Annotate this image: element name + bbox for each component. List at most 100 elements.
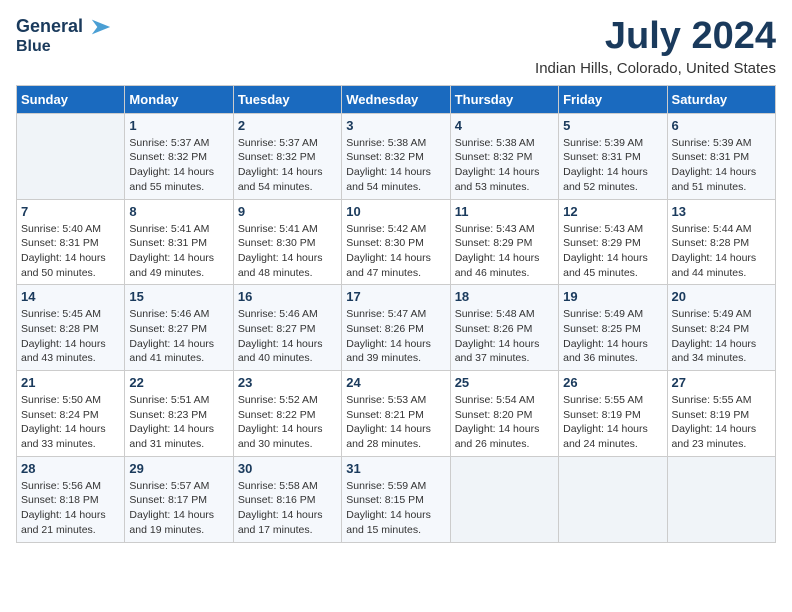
calendar-cell: 7Sunrise: 5:40 AM Sunset: 8:31 PM Daylig…	[17, 199, 125, 285]
calendar-cell	[559, 456, 667, 542]
day-number: 26	[563, 375, 662, 390]
day-info: Sunrise: 5:58 AM Sunset: 8:16 PM Dayligh…	[238, 479, 337, 538]
col-header-sunday: Sunday	[17, 85, 125, 113]
day-info: Sunrise: 5:46 AM Sunset: 8:27 PM Dayligh…	[129, 307, 228, 366]
day-info: Sunrise: 5:52 AM Sunset: 8:22 PM Dayligh…	[238, 393, 337, 452]
day-info: Sunrise: 5:51 AM Sunset: 8:23 PM Dayligh…	[129, 393, 228, 452]
calendar-cell: 6Sunrise: 5:39 AM Sunset: 8:31 PM Daylig…	[667, 113, 775, 199]
day-number: 25	[455, 375, 554, 390]
calendar-week-row: 14 Sunrise: 5:45 AM Sunset: 8:28 PM Dayli…	[17, 285, 776, 371]
day-number: 17	[346, 289, 445, 304]
day-number: 16	[238, 289, 337, 304]
calendar-cell: 22 Sunrise: 5:51 AM Sunset: 8:23 PM Dayli…	[125, 371, 233, 457]
day-number: 1	[129, 118, 228, 133]
day-number: 11	[455, 204, 554, 219]
day-number: 20	[672, 289, 771, 304]
day-info: Sunrise: 5:49 AM Sunset: 8:24 PM Dayligh…	[672, 307, 771, 366]
calendar-cell	[17, 113, 125, 199]
col-header-thursday: Thursday	[450, 85, 558, 113]
day-number: 15	[129, 289, 228, 304]
calendar-table: SundayMondayTuesdayWednesdayThursdayFrid…	[16, 85, 776, 543]
day-info: Sunrise: 5:44 AM Sunset: 8:28 PM Dayligh…	[672, 222, 771, 281]
calendar-cell: 30 Sunrise: 5:58 AM Sunset: 8:16 PM Dayli…	[233, 456, 341, 542]
logo-icon	[90, 16, 112, 38]
calendar-cell: 17Sunrise: 5:47 AM Sunset: 8:26 PM Dayli…	[342, 285, 450, 371]
col-header-friday: Friday	[559, 85, 667, 113]
page-header: General Blue July 2024 Indian Hills, Col…	[16, 16, 776, 77]
calendar-cell: 23 Sunrise: 5:52 AM Sunset: 8:22 PM Dayli…	[233, 371, 341, 457]
calendar-cell: 12Sunrise: 5:43 AM Sunset: 8:29 PM Dayli…	[559, 199, 667, 285]
day-number: 4	[455, 118, 554, 133]
calendar-header-row: SundayMondayTuesdayWednesdayThursdayFrid…	[17, 85, 776, 113]
day-number: 31	[346, 461, 445, 476]
calendar-cell: 3 Sunrise: 5:38 AM Sunset: 8:32 PM Daylig…	[342, 113, 450, 199]
calendar-week-row: 1 Sunrise: 5:37 AM Sunset: 8:32 PM Daylig…	[17, 113, 776, 199]
location-title: Indian Hills, Colorado, United States	[535, 60, 776, 77]
calendar-cell: 1 Sunrise: 5:37 AM Sunset: 8:32 PM Daylig…	[125, 113, 233, 199]
day-info: Sunrise: 5:43 AM Sunset: 8:29 PM Dayligh…	[455, 222, 554, 281]
day-number: 14	[21, 289, 120, 304]
calendar-cell: 18Sunrise: 5:48 AM Sunset: 8:26 PM Dayli…	[450, 285, 558, 371]
day-number: 22	[129, 375, 228, 390]
day-info: Sunrise: 5:38 AM Sunset: 8:32 PM Dayligh…	[346, 136, 445, 195]
calendar-cell: 13 Sunrise: 5:44 AM Sunset: 8:28 PM Dayli…	[667, 199, 775, 285]
day-info: Sunrise: 5:41 AM Sunset: 8:31 PM Dayligh…	[129, 222, 228, 281]
day-number: 9	[238, 204, 337, 219]
day-info: Sunrise: 5:50 AM Sunset: 8:24 PM Dayligh…	[21, 393, 120, 452]
calendar-cell: 11 Sunrise: 5:43 AM Sunset: 8:29 PM Dayli…	[450, 199, 558, 285]
day-info: Sunrise: 5:38 AM Sunset: 8:32 PM Dayligh…	[455, 136, 554, 195]
calendar-cell: 8 Sunrise: 5:41 AM Sunset: 8:31 PM Daylig…	[125, 199, 233, 285]
day-number: 21	[21, 375, 120, 390]
day-number: 5	[563, 118, 662, 133]
calendar-cell	[450, 456, 558, 542]
calendar-cell: 29Sunrise: 5:57 AM Sunset: 8:17 PM Dayli…	[125, 456, 233, 542]
calendar-cell	[667, 456, 775, 542]
month-title: July 2024	[535, 16, 776, 58]
day-info: Sunrise: 5:53 AM Sunset: 8:21 PM Dayligh…	[346, 393, 445, 452]
logo: General Blue	[16, 16, 112, 56]
day-info: Sunrise: 5:55 AM Sunset: 8:19 PM Dayligh…	[563, 393, 662, 452]
day-number: 19	[563, 289, 662, 304]
calendar-week-row: 7Sunrise: 5:40 AM Sunset: 8:31 PM Daylig…	[17, 199, 776, 285]
calendar-cell: 19 Sunrise: 5:49 AM Sunset: 8:25 PM Dayli…	[559, 285, 667, 371]
day-info: Sunrise: 5:45 AM Sunset: 8:28 PM Dayligh…	[21, 307, 120, 366]
calendar-cell: 16Sunrise: 5:46 AM Sunset: 8:27 PM Dayli…	[233, 285, 341, 371]
day-info: Sunrise: 5:42 AM Sunset: 8:30 PM Dayligh…	[346, 222, 445, 281]
calendar-week-row: 21 Sunrise: 5:50 AM Sunset: 8:24 PM Dayli…	[17, 371, 776, 457]
day-number: 10	[346, 204, 445, 219]
day-info: Sunrise: 5:55 AM Sunset: 8:19 PM Dayligh…	[672, 393, 771, 452]
col-header-saturday: Saturday	[667, 85, 775, 113]
day-number: 23	[238, 375, 337, 390]
day-info: Sunrise: 5:57 AM Sunset: 8:17 PM Dayligh…	[129, 479, 228, 538]
day-info: Sunrise: 5:59 AM Sunset: 8:15 PM Dayligh…	[346, 479, 445, 538]
day-number: 28	[21, 461, 120, 476]
calendar-cell: 31 Sunrise: 5:59 AM Sunset: 8:15 PM Dayli…	[342, 456, 450, 542]
day-info: Sunrise: 5:37 AM Sunset: 8:32 PM Dayligh…	[129, 136, 228, 195]
day-number: 24	[346, 375, 445, 390]
day-number: 8	[129, 204, 228, 219]
calendar-cell: 28Sunrise: 5:56 AM Sunset: 8:18 PM Dayli…	[17, 456, 125, 542]
day-info: Sunrise: 5:49 AM Sunset: 8:25 PM Dayligh…	[563, 307, 662, 366]
calendar-cell: 25 Sunrise: 5:54 AM Sunset: 8:20 PM Dayli…	[450, 371, 558, 457]
calendar-cell: 15 Sunrise: 5:46 AM Sunset: 8:27 PM Dayli…	[125, 285, 233, 371]
col-header-tuesday: Tuesday	[233, 85, 341, 113]
calendar-cell: 21 Sunrise: 5:50 AM Sunset: 8:24 PM Dayli…	[17, 371, 125, 457]
calendar-cell: 4 Sunrise: 5:38 AM Sunset: 8:32 PM Daylig…	[450, 113, 558, 199]
day-number: 13	[672, 204, 771, 219]
col-header-monday: Monday	[125, 85, 233, 113]
day-number: 27	[672, 375, 771, 390]
day-info: Sunrise: 5:54 AM Sunset: 8:20 PM Dayligh…	[455, 393, 554, 452]
col-header-wednesday: Wednesday	[342, 85, 450, 113]
title-block: July 2024 Indian Hills, Colorado, United…	[535, 16, 776, 77]
day-number: 3	[346, 118, 445, 133]
calendar-cell: 2Sunrise: 5:37 AM Sunset: 8:32 PM Daylig…	[233, 113, 341, 199]
calendar-cell: 5Sunrise: 5:39 AM Sunset: 8:31 PM Daylig…	[559, 113, 667, 199]
day-number: 30	[238, 461, 337, 476]
day-number: 6	[672, 118, 771, 133]
calendar-cell: 20 Sunrise: 5:49 AM Sunset: 8:24 PM Dayli…	[667, 285, 775, 371]
day-number: 7	[21, 204, 120, 219]
calendar-cell: 9Sunrise: 5:41 AM Sunset: 8:30 PM Daylig…	[233, 199, 341, 285]
calendar-cell: 10 Sunrise: 5:42 AM Sunset: 8:30 PM Dayli…	[342, 199, 450, 285]
calendar-week-row: 28Sunrise: 5:56 AM Sunset: 8:18 PM Dayli…	[17, 456, 776, 542]
logo-text: General	[16, 16, 112, 38]
